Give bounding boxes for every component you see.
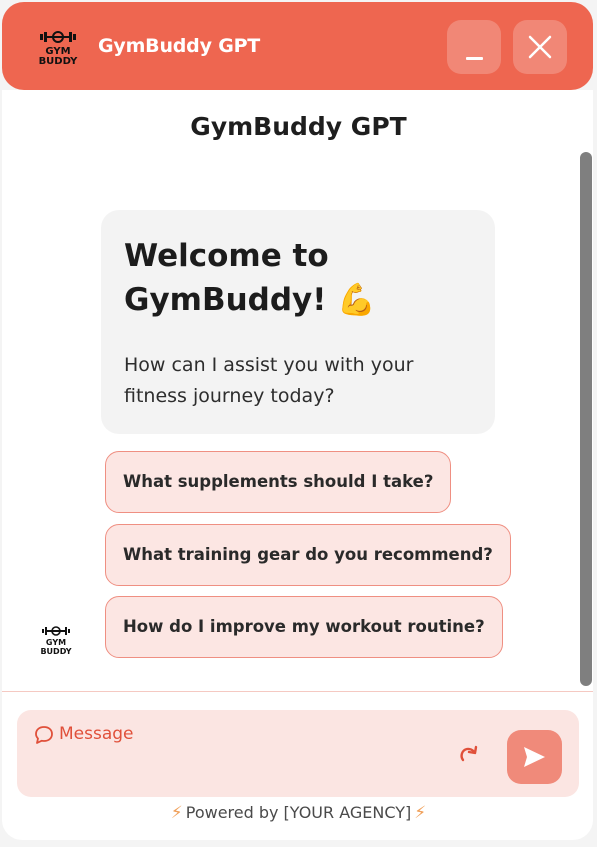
- powered-by-text: Powered by [YOUR AGENCY]: [185, 803, 412, 822]
- chat-widget: GYM BUDDY GymBuddy GPT GymBuddy GPT Welc…: [0, 0, 597, 847]
- header-title: GymBuddy GPT: [98, 35, 261, 57]
- suggestion-training-gear[interactable]: What training gear do you recommend?: [105, 524, 511, 586]
- bot-avatar: GYM BUDDY: [38, 624, 74, 658]
- send-button[interactable]: [507, 730, 562, 784]
- welcome-heading: Welcome to GymBuddy! 💪: [124, 234, 464, 322]
- chat-title: GymBuddy GPT: [190, 112, 407, 141]
- message-input[interactable]: [59, 721, 449, 747]
- gymbuddy-logo: GYM BUDDY: [34, 26, 82, 68]
- message-composer: [17, 710, 579, 797]
- close-button[interactable]: [513, 20, 567, 74]
- welcome-body: How can I assist you with your fitness j…: [124, 354, 414, 407]
- redo-icon[interactable]: [457, 742, 481, 766]
- composer-divider: [2, 691, 593, 692]
- welcome-heading-text: Welcome to GymBuddy!: [124, 238, 329, 318]
- suggestion-workout-routine[interactable]: How do I improve my workout routine?: [105, 596, 503, 658]
- lightning-icon: ⚡: [414, 803, 427, 823]
- close-icon: [528, 35, 552, 59]
- message-icon: [35, 726, 53, 744]
- send-icon: [524, 747, 545, 767]
- header-bar: GYM BUDDY GymBuddy GPT: [2, 2, 593, 90]
- lightning-icon: ⚡: [170, 803, 183, 823]
- powered-by-footer: ⚡ Powered by [YOUR AGENCY] ⚡: [0, 803, 597, 823]
- minimize-button[interactable]: [447, 20, 501, 74]
- logo-text-buddy: BUDDY: [39, 56, 79, 67]
- flexed-biceps-icon: 💪: [337, 282, 376, 318]
- suggestion-supplements[interactable]: What supplements should I take?: [105, 451, 452, 513]
- avatar-text-buddy: BUDDY: [40, 647, 71, 656]
- avatar-text-gym: GYM: [46, 638, 66, 647]
- scrollbar-thumb[interactable]: [580, 152, 592, 686]
- welcome-message: Welcome to GymBuddy! 💪 How can I assist …: [101, 210, 495, 434]
- minimize-icon: [466, 57, 483, 60]
